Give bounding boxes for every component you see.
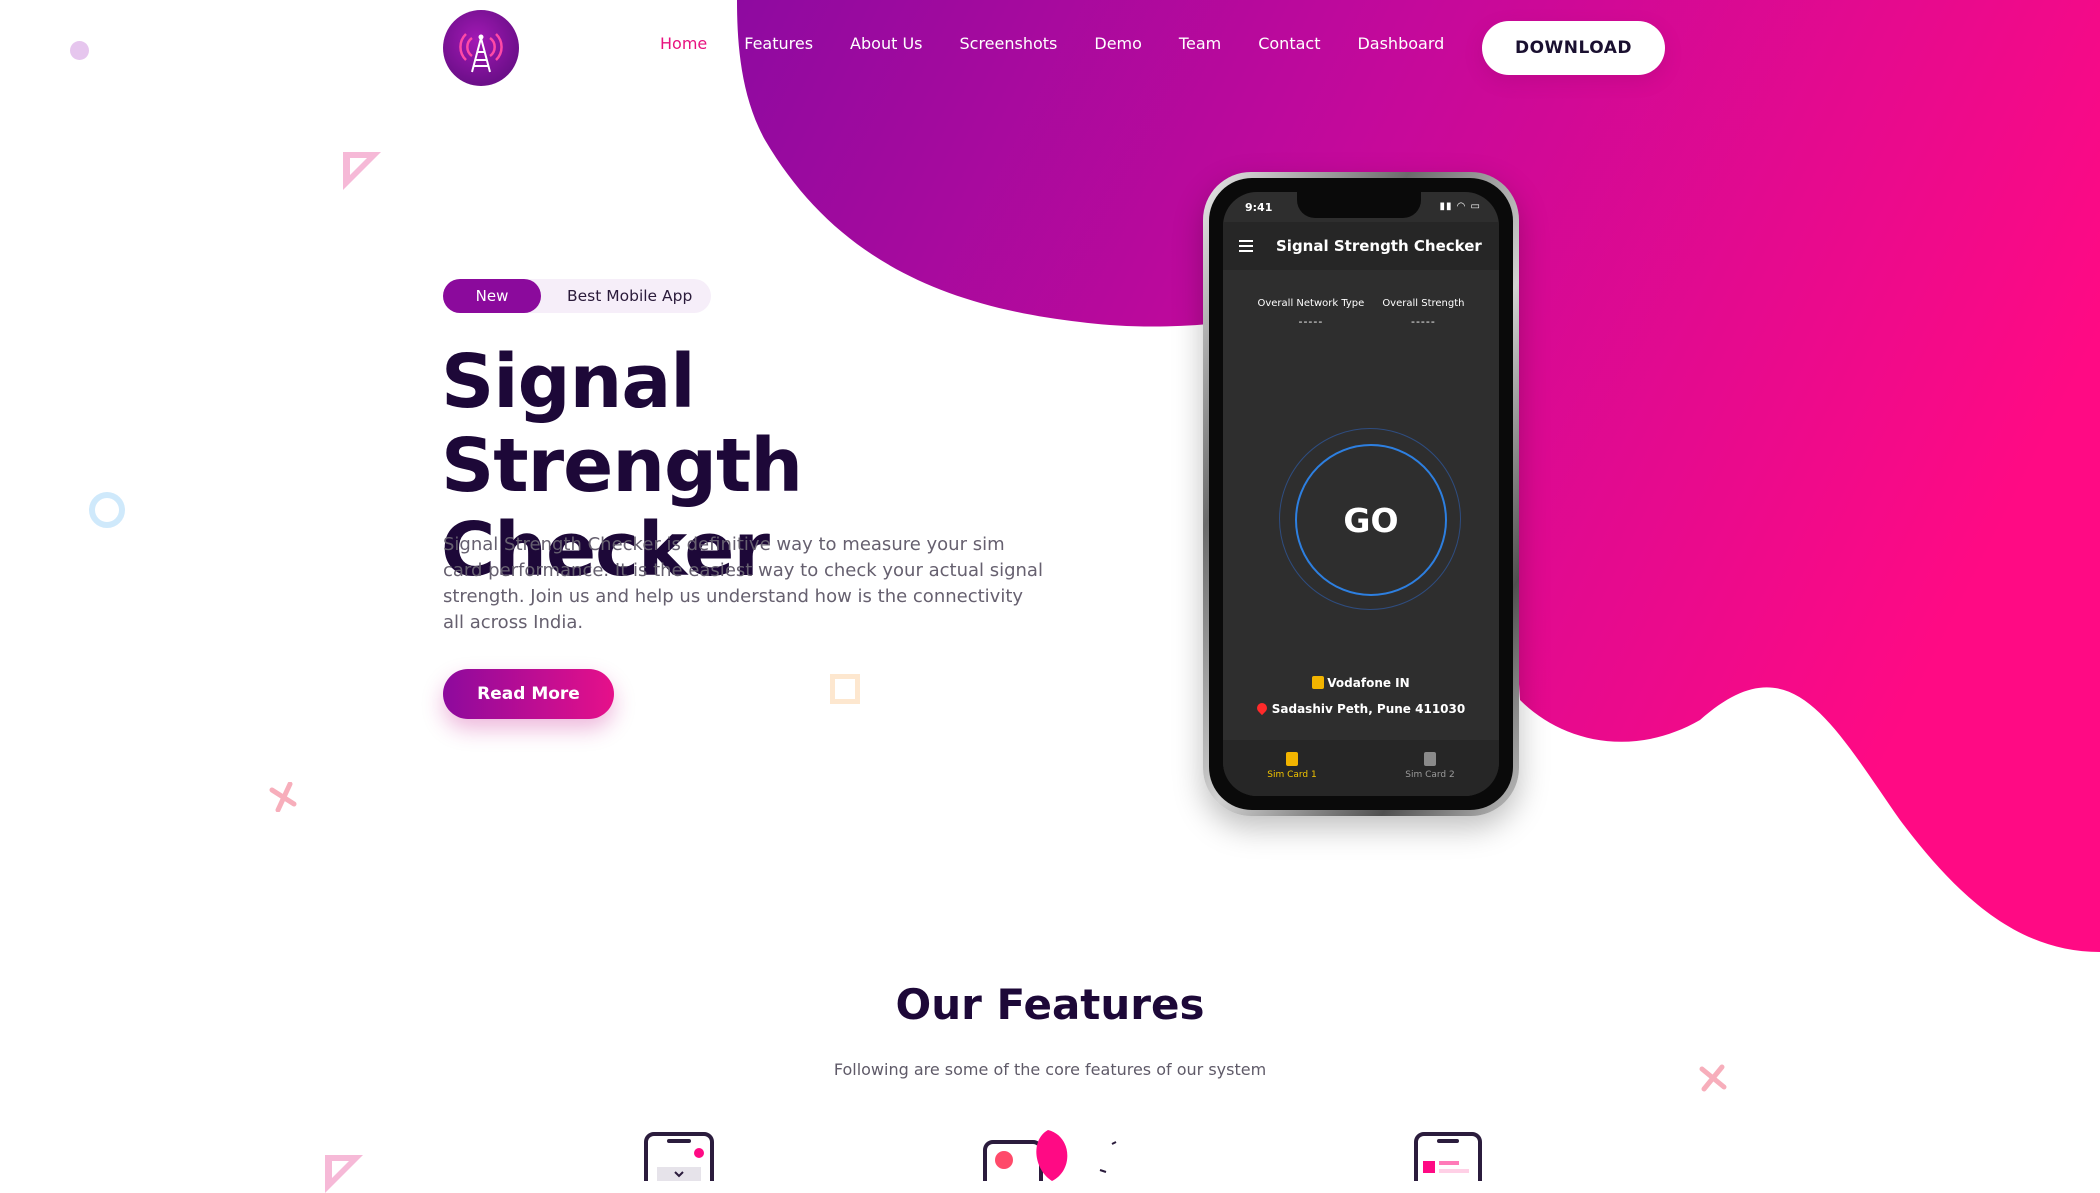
nav-screenshots[interactable]: Screenshots	[959, 34, 1057, 53]
tab-label: Sim Card 1	[1267, 770, 1317, 780]
decor-square	[830, 674, 860, 704]
hero-badge: New Best Mobile App	[443, 279, 711, 313]
location-text: Sadashiv Peth, Pune 411030	[1271, 702, 1466, 716]
phone-notch	[1297, 192, 1421, 218]
status-time: 9:41	[1245, 201, 1273, 214]
nav-team[interactable]: Team	[1179, 34, 1221, 53]
features-subtitle: Following are some of the core features …	[833, 1060, 1267, 1079]
sim-card-icon	[1424, 752, 1436, 766]
badge-text: Best Mobile App	[567, 287, 693, 305]
tab-sim-card-2[interactable]: Sim Card 2	[1361, 740, 1499, 796]
operator-name: Vodafone IN	[1327, 676, 1410, 690]
nav-contact[interactable]: Contact	[1258, 34, 1320, 53]
tab-label: Sim Card 2	[1405, 770, 1455, 780]
stat-value: -----	[1298, 315, 1324, 328]
app-bar: Signal Strength Checker	[1223, 222, 1499, 270]
decor-triangle	[343, 152, 381, 190]
stat-network-type: Overall Network Type -----	[1257, 298, 1364, 328]
stats-row: Overall Network Type ----- Overall Stren…	[1223, 298, 1499, 328]
decor-ring	[89, 492, 125, 528]
location-pin-icon	[1254, 700, 1269, 716]
feature-phone-icon	[644, 1132, 714, 1181]
go-button[interactable]: GO	[1295, 444, 1447, 596]
stat-label: Overall Strength	[1382, 298, 1465, 309]
feature-chat-phone-icon	[1414, 1132, 1482, 1181]
nav-dashboard[interactable]: Dashboard	[1357, 34, 1444, 53]
sim-card-icon	[1286, 752, 1298, 766]
status-icons: ▮▮ ◠ ▭	[1439, 201, 1481, 212]
menu-icon[interactable]	[1239, 237, 1253, 255]
features-title: Our Features	[895, 980, 1205, 1029]
stat-value: -----	[1410, 315, 1436, 328]
phone-mockup: 9:41 ▮▮ ◠ ▭ Signal Strength Checker Over…	[1203, 172, 1519, 816]
stat-strength: Overall Strength -----	[1382, 298, 1464, 328]
decor-dot	[70, 41, 89, 60]
nav-about-us[interactable]: About Us	[850, 34, 922, 53]
read-more-button[interactable]: Read More	[443, 669, 614, 719]
signal-tower-icon	[459, 33, 503, 73]
location-line: Sadashiv Peth, Pune 411030	[1223, 700, 1499, 716]
phone-screen: 9:41 ▮▮ ◠ ▭ Signal Strength Checker Over…	[1223, 192, 1499, 796]
nav-home[interactable]: Home	[660, 34, 707, 53]
go-ring: GO	[1279, 428, 1461, 610]
operator-line: Vodafone IN	[1223, 676, 1499, 690]
stat-label: Overall Network Type	[1257, 298, 1365, 309]
bottom-tabs: Sim Card 1 Sim Card 2	[1223, 740, 1499, 796]
decor-triangle	[325, 1155, 363, 1193]
sim-card-icon	[1312, 676, 1325, 689]
nav-features[interactable]: Features	[744, 34, 813, 53]
download-button[interactable]: DOWNLOAD	[1482, 21, 1665, 75]
badge-new: New	[443, 279, 541, 313]
hero-description: Signal Strength Checker is definitive wa…	[443, 534, 1043, 633]
app-title: Signal Strength Checker	[1276, 237, 1482, 255]
main-nav: Home Features About Us Screenshots Demo …	[660, 34, 1481, 53]
feature-leaf-phone-icon	[983, 1130, 1117, 1181]
nav-demo[interactable]: Demo	[1094, 34, 1142, 53]
logo[interactable]	[443, 10, 519, 86]
decor-cross	[269, 782, 297, 812]
tab-sim-card-1[interactable]: Sim Card 1	[1223, 740, 1361, 796]
